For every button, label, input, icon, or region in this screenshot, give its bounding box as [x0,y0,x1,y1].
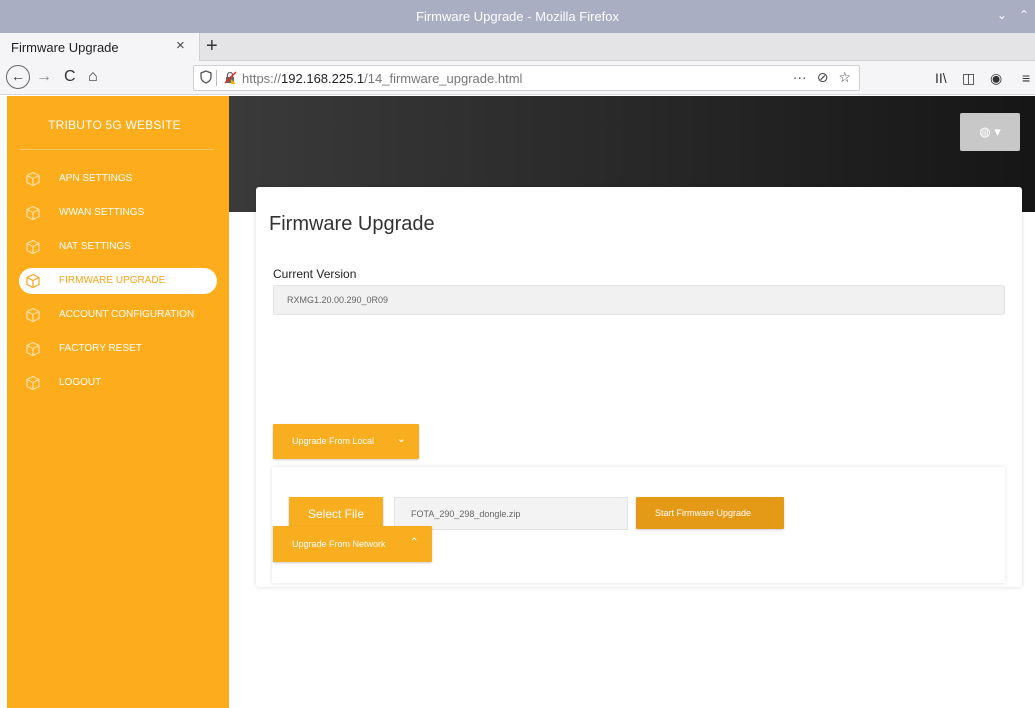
new-tab-icon[interactable]: + [206,35,218,58]
start-firmware-upgrade-label: Start Firmware Upgrade [655,508,752,518]
tab-label: Firmware Upgrade [11,40,119,55]
sidebar-item-wwan-settings[interactable]: WWAN SETTINGS [19,200,217,226]
home-icon[interactable]: ⌂ [88,68,98,86]
page-title: Firmware Upgrade [269,213,435,235]
sidebar-item-label: FACTORY RESET [59,343,142,354]
box-icon [25,375,41,391]
sidebar-item-logout[interactable]: LOGOUT [19,370,217,396]
upgrade-from-network-label: Upgrade From Network [292,539,386,549]
box-icon [25,307,41,323]
url-separator [216,70,217,86]
bookmark-star-icon[interactable]: ☆ [838,69,851,86]
upgrade-from-network-button[interactable]: Upgrade From Network ⌃ [273,526,432,562]
box-icon [25,273,41,289]
close-tab-icon[interactable]: × [176,37,185,54]
upgrade-from-local-button[interactable]: Upgrade From Local ⌄ [273,424,419,459]
language-dropdown-button[interactable]: ◍ ▾ [960,113,1020,151]
current-version-value: RXMG1.20.00.290_0R09 [287,295,389,305]
back-icon[interactable]: ← [6,65,30,89]
sidebar-item-label: ACCOUNT CONFIGURATION [59,309,195,320]
brand-title: TRIBUTO 5G WEBSITE [48,118,181,132]
url-host: 192.168.225.1 [281,71,365,86]
sidebar-item-factory-reset[interactable]: FACTORY RESET [19,336,217,362]
sidebar-item-label: LOGOUT [59,377,102,388]
insecure-lock-icon[interactable] [224,71,237,84]
sidebar-item-apn-settings[interactable]: APN SETTINGS [19,166,217,192]
maximize-icon[interactable]: ⌃ [1019,8,1029,22]
sidebar-item-label: WWAN SETTINGS [59,207,145,218]
sidebar-item-label: APN SETTINGS [59,173,133,184]
reload-icon[interactable]: C [64,68,76,86]
account-icon[interactable]: ◉ [990,70,1002,87]
url-actions: ··· ⊘ ☆ [793,69,851,86]
local-upgrade-panel: Select File FOTA_290_298_dongle.zip Star… [272,467,1005,583]
upgrade-from-local-label: Upgrade From Local [292,436,375,446]
minimize-icon[interactable]: ⌄ [997,8,1007,22]
chevron-down-icon: ⌄ [397,434,406,445]
box-icon [25,205,41,221]
page-viewport: TRIBUTO 5G WEBSITE APN SETTINGS WWAN SETT… [0,96,1035,708]
window-title: Firmware Upgrade - Mozilla Firefox [416,9,619,24]
select-file-label: Select File [308,507,365,521]
hamburger-menu-icon[interactable]: ≡ [1022,70,1030,86]
window-titlebar: Firmware Upgrade - Mozilla Firefox ⌄ ⌃ [0,0,1035,33]
current-version-field: RXMG1.20.00.290_0R09 [273,285,1005,315]
sidebar-item-account-configuration[interactable]: ACCOUNT CONFIGURATION [19,302,217,328]
tracking-shield-icon[interactable] [200,70,212,87]
sidebar-item-label: FIRMWARE UPGRADE [59,275,166,286]
sidebar-item-firmware-upgrade[interactable]: FIRMWARE UPGRADE [19,268,217,294]
box-icon [25,341,41,357]
window-controls: ⌄ ⌃ [997,8,1029,22]
url-bar[interactable]: https://192.168.225.1/14_firmware_upgrad… [193,65,860,91]
tab-strip: Firmware Upgrade × + [0,33,1035,61]
current-version-label: Current Version [273,267,357,281]
page-actions-icon[interactable]: ··· [793,69,807,86]
selected-file-name: FOTA_290_298_dongle.zip [411,509,521,519]
pocket-icon[interactable]: ⊘ [817,69,829,86]
sidebar: TRIBUTO 5G WEBSITE APN SETTINGS WWAN SETT… [7,96,229,708]
url-path: /14_firmware_upgrade.html [364,71,523,86]
start-firmware-upgrade-button[interactable]: Start Firmware Upgrade [636,497,784,529]
box-icon [25,239,41,255]
tab-firmware-upgrade[interactable]: Firmware Upgrade × [0,33,200,61]
chevron-up-icon: ⌃ [410,537,419,548]
sidebar-item-nat-settings[interactable]: NAT SETTINGS [19,234,217,260]
box-icon [25,171,41,187]
library-icon[interactable]: II\ [935,70,947,86]
sidebar-item-label: NAT SETTINGS [59,241,131,252]
url-prefix: https:// [242,71,282,86]
forward-icon[interactable]: → [36,68,52,86]
sidebar-toggle-icon[interactable]: ◫ [962,70,975,87]
navigation-toolbar: ← → C ⌂ https://192.168.225.1/14_firmwar… [0,61,1035,95]
url-text: https://192.168.225.1/14_firmware_upgrad… [242,71,522,86]
sidebar-divider [20,149,214,150]
